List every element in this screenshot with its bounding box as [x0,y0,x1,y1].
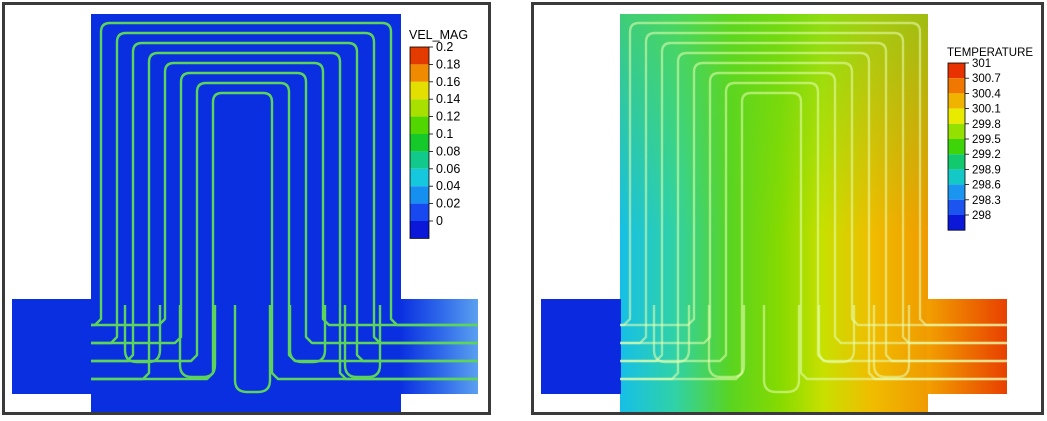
legend-swatch [948,63,965,79]
legend-tick-label: 0.06 [436,162,460,176]
legend-swatch [948,139,965,155]
legend-swatch [410,168,429,187]
legend-tick-label: 0 [436,214,443,228]
legend-swatch [948,184,965,200]
legend-swatch [948,123,965,139]
legend-colorbar [947,62,966,231]
legend-swatch [948,154,965,170]
legend-tick-label: 0.02 [436,197,460,211]
legend-tick-label: 0.14 [436,92,460,106]
legend-colorbar [409,46,430,239]
legend-ticks: 0.2 0.18 0.16 0.14 0.12 0.1 0.08 0.06 0.04 0.02 0 [429,40,460,228]
legend-swatch [948,199,965,215]
legend-tick-label: 299.2 [972,149,1001,161]
legend-tick-label: 0.04 [436,179,460,193]
legend-swatch [410,81,429,100]
legend-swatch [410,203,429,221]
legend-swatch [410,47,429,65]
temperature-contour-plot: TEMPERATURE 301300.7300.4300.1299.8299.5… [541,14,1033,412]
legend-swatch [410,134,429,152]
inlet-pipe [12,299,92,394]
legend-tick-label: 298 [972,210,991,222]
temperature-legend: TEMPERATURE 301300.7300.4300.1299.8299.5… [947,47,1033,231]
legend-tick-label: 298.6 [972,180,1001,192]
inlet-pipe [541,299,621,394]
velocity-legend: VEL_MAG 0.20.180.160.140.120.10.080.060.… [409,28,468,239]
legend-tick-label: 299.5 [972,134,1001,146]
legend-tick-label: 298.3 [972,195,1001,207]
legend-tick-label: 0.12 [436,110,460,124]
legend-tick-label: 0.08 [436,144,460,158]
legend-tick-label: 0.18 [436,57,460,71]
legend-swatch [948,169,965,185]
legend-swatch [410,99,429,117]
legend-tick-label: 299.8 [972,119,1001,131]
velocity-contour-plot: VEL_MAG 0.20.180.160.140.120.10.080.060.… [12,14,478,412]
legend-swatch [410,116,429,134]
legend-tick-label: 0.16 [436,75,460,89]
legend-swatch [410,186,429,204]
legend-swatch [410,151,429,169]
legend-swatch [948,215,965,231]
legend-swatch [410,64,429,82]
legend-tick-label: 300.1 [972,104,1001,116]
legend-swatch [948,78,965,94]
legend-tick-label: 301 [972,58,991,70]
legend-ticks: 301 300.7 300.4 300.1 299.8 299.5 299.2 298.9 29… [965,58,1001,222]
legend-tick-label: 300.7 [972,73,1001,85]
legend-swatch [410,221,429,239]
legend-swatch [948,93,965,109]
legend-tick-label: 0.2 [436,40,453,54]
velocity-panel: VEL_MAG 0.2 0.18 0.16 0.14 0.12 0.1 0.08 0.06 0.… [2,2,491,415]
temperature-panel: TEMPERATURE 301 300.7 300.4 300.1 299.8 299.5… [531,2,1044,415]
legend-tick-label: 300.4 [972,88,1001,100]
legend-tick-label: 298.9 [972,164,1001,176]
legend-swatch [948,108,965,124]
legend-tick-label: 0.1 [436,127,453,141]
